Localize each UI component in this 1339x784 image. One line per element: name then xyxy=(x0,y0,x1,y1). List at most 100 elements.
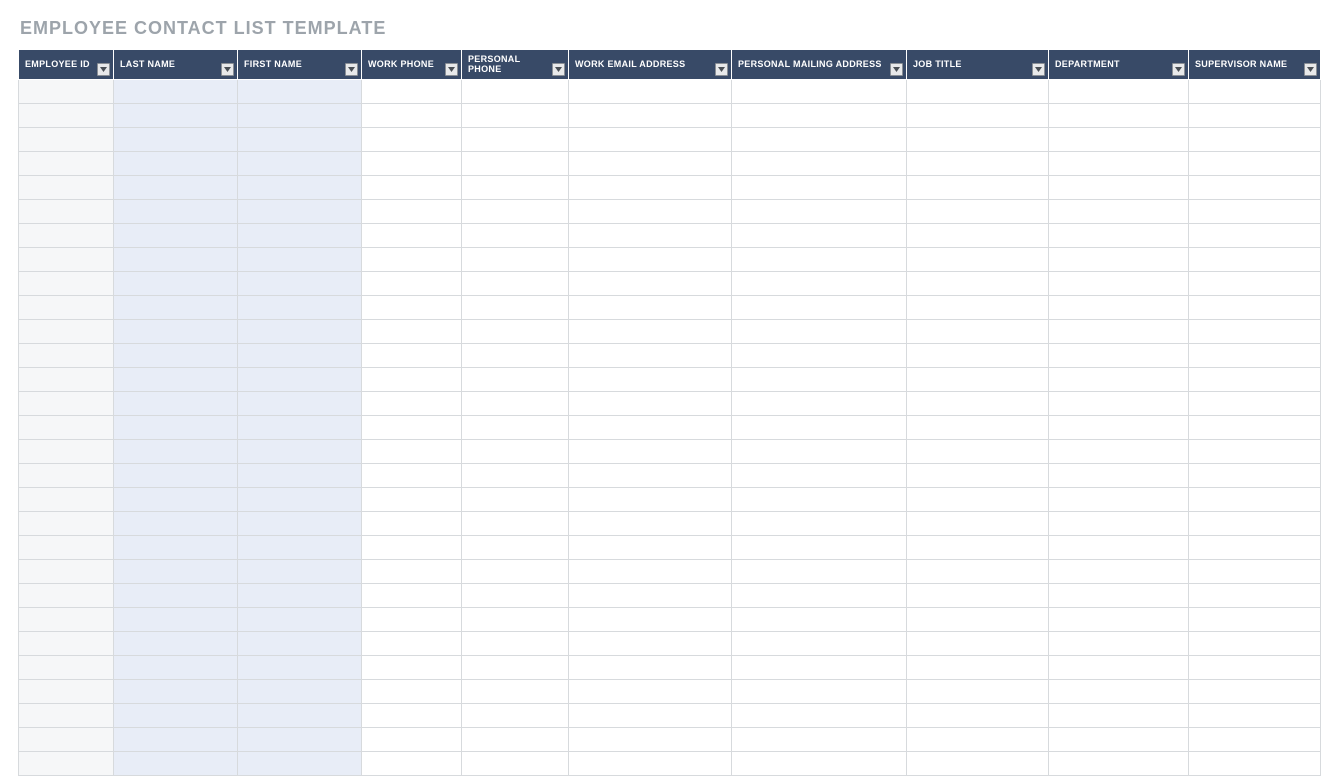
table-cell[interactable] xyxy=(238,512,362,536)
table-cell[interactable] xyxy=(1049,80,1189,104)
table-cell[interactable] xyxy=(362,632,462,656)
table-cell[interactable] xyxy=(462,560,569,584)
table-cell[interactable] xyxy=(1049,272,1189,296)
table-cell[interactable] xyxy=(732,248,907,272)
table-cell[interactable] xyxy=(114,200,238,224)
table-cell[interactable] xyxy=(114,272,238,296)
table-cell[interactable] xyxy=(569,344,732,368)
table-cell[interactable] xyxy=(238,488,362,512)
table-cell[interactable] xyxy=(1189,728,1321,752)
table-cell[interactable] xyxy=(462,320,569,344)
table-cell[interactable] xyxy=(1189,80,1321,104)
table-cell[interactable] xyxy=(238,584,362,608)
table-cell[interactable] xyxy=(19,224,114,248)
table-cell[interactable] xyxy=(114,344,238,368)
table-cell[interactable] xyxy=(907,632,1049,656)
table-cell[interactable] xyxy=(732,656,907,680)
table-cell[interactable] xyxy=(907,128,1049,152)
table-cell[interactable] xyxy=(907,608,1049,632)
table-cell[interactable] xyxy=(1049,248,1189,272)
table-cell[interactable] xyxy=(569,392,732,416)
table-cell[interactable] xyxy=(907,224,1049,248)
table-cell[interactable] xyxy=(238,392,362,416)
table-cell[interactable] xyxy=(362,392,462,416)
table-cell[interactable] xyxy=(907,80,1049,104)
table-cell[interactable] xyxy=(569,584,732,608)
table-cell[interactable] xyxy=(1189,488,1321,512)
table-cell[interactable] xyxy=(114,704,238,728)
filter-dropdown-icon[interactable] xyxy=(715,63,728,76)
table-cell[interactable] xyxy=(19,752,114,776)
table-cell[interactable] xyxy=(114,320,238,344)
table-cell[interactable] xyxy=(238,80,362,104)
table-cell[interactable] xyxy=(1049,512,1189,536)
table-cell[interactable] xyxy=(114,464,238,488)
table-cell[interactable] xyxy=(114,656,238,680)
table-cell[interactable] xyxy=(732,512,907,536)
table-cell[interactable] xyxy=(462,680,569,704)
table-cell[interactable] xyxy=(569,512,732,536)
table-cell[interactable] xyxy=(462,632,569,656)
table-cell[interactable] xyxy=(1189,464,1321,488)
table-cell[interactable] xyxy=(19,608,114,632)
table-cell[interactable] xyxy=(1049,536,1189,560)
table-cell[interactable] xyxy=(1049,488,1189,512)
table-cell[interactable] xyxy=(238,224,362,248)
table-cell[interactable] xyxy=(362,488,462,512)
table-cell[interactable] xyxy=(1189,320,1321,344)
table-cell[interactable] xyxy=(19,248,114,272)
table-cell[interactable] xyxy=(362,464,462,488)
table-cell[interactable] xyxy=(362,416,462,440)
table-cell[interactable] xyxy=(1189,104,1321,128)
table-cell[interactable] xyxy=(1049,128,1189,152)
table-cell[interactable] xyxy=(907,728,1049,752)
table-cell[interactable] xyxy=(114,728,238,752)
table-cell[interactable] xyxy=(19,104,114,128)
table-cell[interactable] xyxy=(362,80,462,104)
table-cell[interactable] xyxy=(238,320,362,344)
table-cell[interactable] xyxy=(732,80,907,104)
table-cell[interactable] xyxy=(462,392,569,416)
table-cell[interactable] xyxy=(907,344,1049,368)
table-cell[interactable] xyxy=(569,272,732,296)
table-cell[interactable] xyxy=(569,416,732,440)
table-cell[interactable] xyxy=(362,560,462,584)
table-cell[interactable] xyxy=(1189,272,1321,296)
table-cell[interactable] xyxy=(19,464,114,488)
table-cell[interactable] xyxy=(19,152,114,176)
table-cell[interactable] xyxy=(362,272,462,296)
table-cell[interactable] xyxy=(114,536,238,560)
table-cell[interactable] xyxy=(19,320,114,344)
table-cell[interactable] xyxy=(732,296,907,320)
filter-dropdown-icon[interactable] xyxy=(221,63,234,76)
table-cell[interactable] xyxy=(907,752,1049,776)
table-cell[interactable] xyxy=(569,632,732,656)
table-cell[interactable] xyxy=(19,632,114,656)
table-cell[interactable] xyxy=(1049,224,1189,248)
table-cell[interactable] xyxy=(1189,704,1321,728)
table-cell[interactable] xyxy=(362,296,462,320)
table-cell[interactable] xyxy=(907,320,1049,344)
table-cell[interactable] xyxy=(462,512,569,536)
table-cell[interactable] xyxy=(732,344,907,368)
table-cell[interactable] xyxy=(1189,656,1321,680)
table-cell[interactable] xyxy=(1049,176,1189,200)
filter-dropdown-icon[interactable] xyxy=(345,63,358,76)
table-cell[interactable] xyxy=(732,224,907,248)
table-cell[interactable] xyxy=(362,680,462,704)
table-cell[interactable] xyxy=(114,584,238,608)
table-cell[interactable] xyxy=(238,296,362,320)
table-cell[interactable] xyxy=(238,368,362,392)
table-cell[interactable] xyxy=(238,728,362,752)
table-cell[interactable] xyxy=(732,632,907,656)
filter-dropdown-icon[interactable] xyxy=(1304,63,1317,76)
table-cell[interactable] xyxy=(1049,104,1189,128)
table-cell[interactable] xyxy=(462,728,569,752)
table-cell[interactable] xyxy=(569,320,732,344)
table-cell[interactable] xyxy=(1049,752,1189,776)
table-cell[interactable] xyxy=(462,752,569,776)
table-cell[interactable] xyxy=(907,200,1049,224)
table-cell[interactable] xyxy=(114,632,238,656)
table-cell[interactable] xyxy=(1049,152,1189,176)
table-cell[interactable] xyxy=(362,584,462,608)
